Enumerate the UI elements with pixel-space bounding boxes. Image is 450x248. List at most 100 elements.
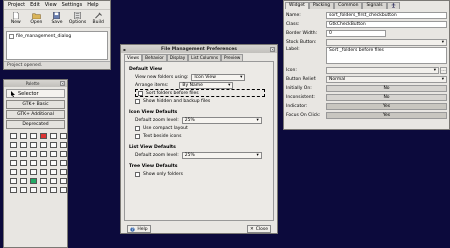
initially-on-toggle[interactable]: No	[326, 84, 447, 92]
open-button[interactable]: Open	[28, 12, 46, 25]
compact-layout-checkbox[interactable]: Use compact layout	[129, 124, 269, 132]
scrolled-window-widget-icon[interactable]	[30, 151, 37, 157]
arrange-combo[interactable]: By Name ▾	[179, 81, 234, 89]
help-button[interactable]: ? Help	[127, 225, 151, 233]
icon-zoom-combo[interactable]: 25% ▾	[181, 116, 262, 124]
handle-box-widget-icon[interactable]	[30, 187, 37, 193]
spin-button-widget-icon[interactable]	[60, 160, 67, 166]
tab-widget[interactable]: Widget	[285, 2, 309, 9]
menubar-widget-icon[interactable]	[10, 142, 17, 148]
arrow-widget-icon[interactable]	[20, 178, 27, 184]
expander-widget-icon[interactable]	[60, 178, 67, 184]
scrollbar-widget-icon[interactable]	[60, 169, 67, 175]
entry-widget-icon[interactable]	[60, 151, 67, 157]
menu-settings[interactable]: Settings	[62, 2, 83, 8]
tree-view-widget-icon[interactable]	[20, 169, 27, 175]
fixed-widget-icon[interactable]	[60, 142, 67, 148]
text-view-widget-icon[interactable]	[10, 169, 17, 175]
view-combo[interactable]: Icon View ▾	[191, 73, 246, 81]
close-label: Close	[255, 226, 269, 232]
build-icon	[94, 12, 102, 19]
toolbar-widget-icon[interactable]	[20, 142, 27, 148]
check-button-widget-icon[interactable]	[30, 160, 37, 166]
focus-on-click-toggle[interactable]: Yes	[326, 111, 447, 119]
tab-list-columns[interactable]: List Columns	[188, 54, 222, 61]
window-widget-icon[interactable]	[10, 133, 17, 139]
text-beside-icons-checkbox[interactable]: Text beside icons	[129, 132, 269, 140]
stock-button-combo[interactable]: ▾	[326, 38, 447, 46]
tab-behavior[interactable]: Behavior	[142, 54, 167, 61]
list-item[interactable]: file_management_dialog	[9, 34, 105, 39]
tab-common[interactable]: Common	[334, 2, 363, 9]
group-deprecated[interactable]: Deprecated	[6, 120, 65, 129]
image-widget-icon[interactable]	[30, 169, 37, 175]
new-button[interactable]: New	[7, 12, 25, 25]
progress-bar-widget-icon[interactable]	[40, 169, 47, 175]
tab-packing[interactable]: Packing	[308, 2, 335, 9]
build-label: Build	[92, 20, 104, 25]
list-zoom-combo[interactable]: 25% ▾	[181, 151, 262, 159]
color-dialog-widget-icon[interactable]	[40, 133, 47, 139]
viewport-widget-icon[interactable]	[40, 151, 47, 157]
close-button[interactable]: ✕ Close	[247, 225, 271, 233]
notebook-widget-icon[interactable]	[10, 151, 17, 157]
layout-widget-icon[interactable]	[50, 187, 57, 193]
hbox-widget-icon[interactable]	[30, 142, 37, 148]
button-relief-combo[interactable]: Normal ▾	[326, 75, 447, 83]
indicator-toggle[interactable]: Yes	[326, 102, 447, 110]
calendar-widget-icon[interactable]	[30, 178, 37, 184]
menu-help[interactable]: Help	[87, 2, 98, 8]
save-button[interactable]: Save	[48, 12, 66, 25]
text-beside-label: Text beside icons	[143, 133, 182, 139]
combo-box-widget-icon[interactable]	[50, 160, 57, 166]
property-editor-window: Widget Packing Common Signals Name: sort…	[283, 0, 450, 130]
chevron-down-icon: ▾	[256, 152, 259, 158]
file-chooser-widget-icon[interactable]	[30, 133, 37, 139]
sort-folders-checkbox[interactable]: Sort folders before files	[135, 89, 265, 97]
tab-views[interactable]: Views	[124, 54, 143, 61]
browse-button[interactable]: …	[440, 66, 447, 74]
message-dialog-widget-icon[interactable]	[60, 133, 67, 139]
radio-button-widget-icon[interactable]	[40, 160, 47, 166]
button-widget-icon[interactable]	[10, 160, 17, 166]
project-widget-list[interactable]: file_management_dialog	[6, 31, 108, 60]
show-only-folders-checkbox[interactable]: Show only folders	[129, 170, 269, 178]
statusbar-widget-icon[interactable]	[50, 178, 57, 184]
options-button[interactable]: Options	[69, 12, 87, 25]
icon-combo[interactable]: ▾	[326, 66, 439, 74]
border-width-spinner[interactable]: 0	[326, 29, 386, 37]
event-box-widget-icon[interactable]	[10, 187, 17, 193]
scale-widget-icon[interactable]	[50, 169, 57, 175]
tab-display[interactable]: Display	[166, 54, 189, 61]
alignment-widget-icon[interactable]	[20, 187, 27, 193]
accessibility-tab[interactable]	[386, 2, 400, 9]
button-box-widget-icon[interactable]	[60, 187, 67, 193]
drawing-area-widget-icon[interactable]	[40, 178, 47, 184]
menu-edit[interactable]: Edit	[30, 2, 40, 8]
name-field[interactable]: sort_folders_first_checkbutton	[326, 11, 447, 19]
selector-button[interactable]: Selector	[6, 89, 65, 98]
font-dialog-widget-icon[interactable]	[50, 133, 57, 139]
label-widget-icon[interactable]	[50, 151, 57, 157]
dialog-widget-icon[interactable]	[20, 133, 27, 139]
close-x-icon: ✕	[249, 226, 254, 232]
toggle-button-widget-icon[interactable]	[20, 160, 27, 166]
table-widget-icon[interactable]	[50, 142, 57, 148]
show-hidden-checkbox[interactable]: Show hidden and backup files	[129, 97, 269, 105]
close-icon[interactable]: ×	[270, 46, 275, 52]
separator-widget-icon[interactable]	[10, 178, 17, 184]
tab-preview[interactable]: Preview	[221, 54, 244, 61]
vbox-widget-icon[interactable]	[40, 142, 47, 148]
tab-signals[interactable]: Signals	[362, 2, 387, 9]
paned-widget-icon[interactable]	[40, 187, 47, 193]
menu-project[interactable]: Project	[8, 2, 25, 8]
arrange-items-row: Arrange items: By Name ▾	[129, 81, 269, 89]
menu-view[interactable]: View	[45, 2, 57, 8]
label-text-field[interactable]: Sort _folders before files	[326, 47, 447, 64]
frame-widget-icon[interactable]	[20, 151, 27, 157]
inconsistent-toggle[interactable]: No	[326, 93, 447, 101]
group-gtk-basic[interactable]: GTK+ Basic	[6, 100, 65, 109]
group-gtk-additional[interactable]: GTK+ Additional	[6, 110, 65, 119]
close-icon[interactable]: ×	[60, 81, 65, 86]
build-button[interactable]: Build	[89, 12, 107, 25]
